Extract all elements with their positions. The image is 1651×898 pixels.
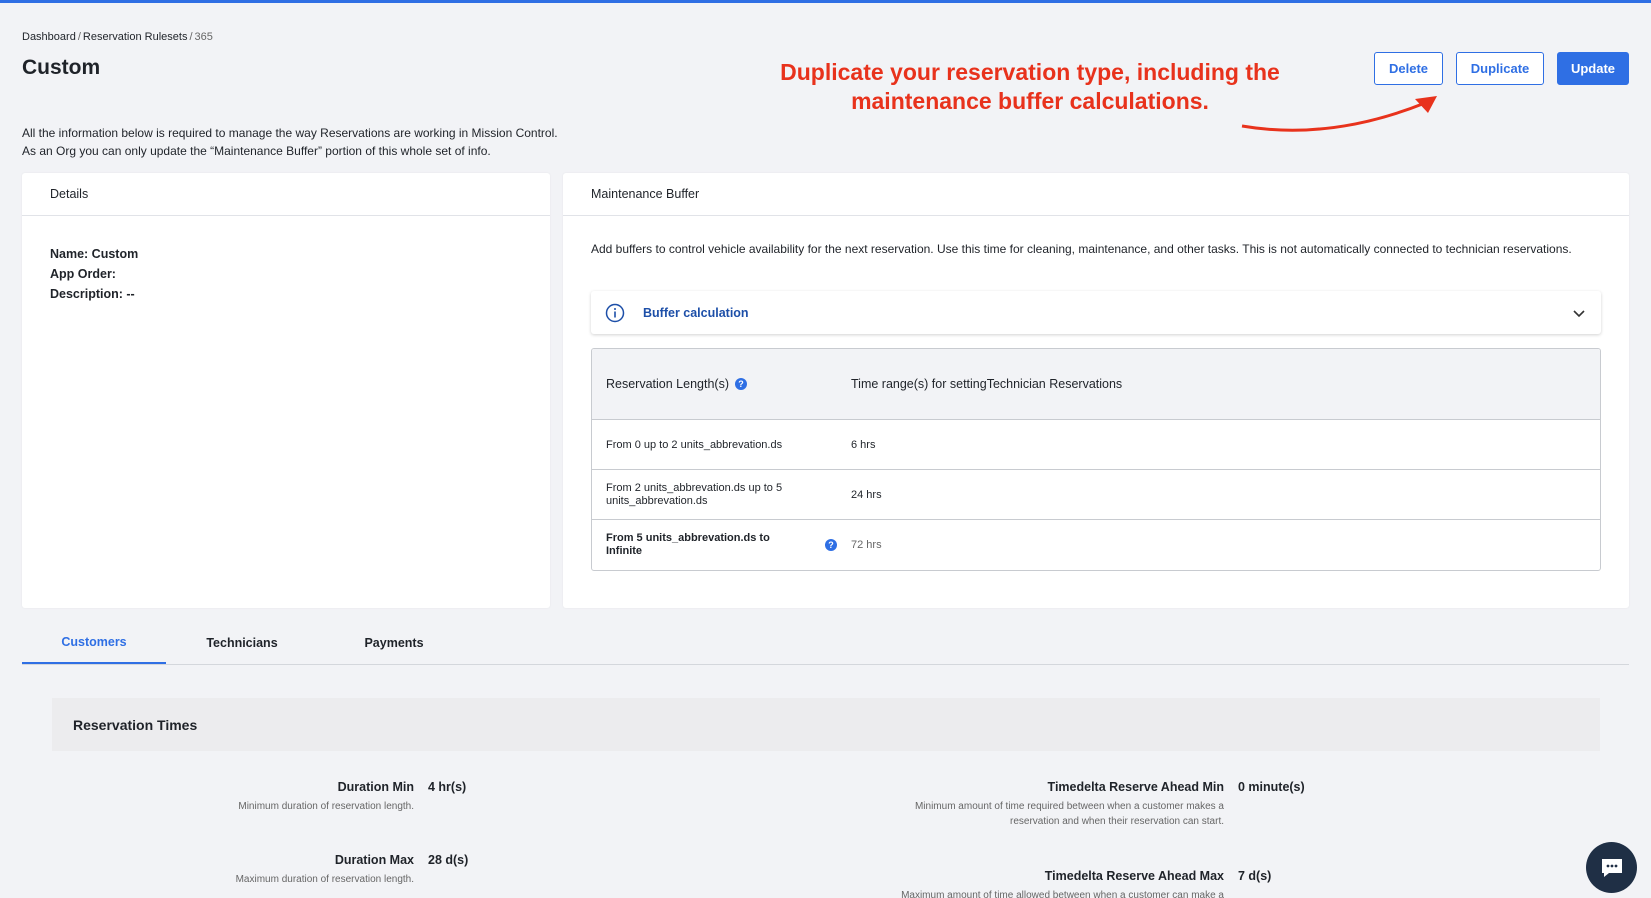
timedelta-max-desc: Maximum amount of time allowed between w… [901,890,1224,898]
intro-text: All the information below is required to… [22,124,558,160]
details-card: Details Name: Custom App Order: Descript… [22,173,550,608]
timedelta-min-label: Timedelta Reserve Ahead Min [1047,780,1224,794]
row-time: 72 hrs [851,539,882,551]
duration-min-desc: Minimum duration of reservation length. [238,801,414,812]
header-time-range: Time range(s) for settingTechnician Rese… [851,377,1123,391]
timedelta-max-label: Timedelta Reserve Ahead Max [1044,869,1224,883]
question-mark-icon[interactable]: ? [825,539,837,551]
breadcrumb-separator: / [189,31,193,43]
chat-icon [1601,858,1622,877]
info-circle-icon [605,303,625,322]
reservation-times-header: Reservation Times [52,698,1600,751]
timedelta-min-desc: Minimum amount of time required between … [915,799,1224,829]
timedelta-min-desc-line1: Minimum amount of time required between … [914,801,1224,812]
table-row: From 0 up to 2 units_abbrevation.ds 6 hr… [592,420,1600,470]
accordion-label: Buffer calculation [643,305,749,320]
duration-max-label: Duration Max [334,853,414,867]
annotation-arrow-icon [1241,96,1437,132]
duration-min-value: 4 hr(s) [428,780,467,794]
breadcrumb: Dashboard / Reservation Rulesets/365 [22,31,213,43]
buffer-description: Add buffers to control vehicle availabil… [591,242,1572,256]
duration-max-desc: Maximum duration of reservation length. [235,874,414,885]
breadcrumb-separator: / [77,31,81,43]
buffer-table: Reservation Length(s) ? Time range(s) fo… [591,348,1601,571]
detail-name: Name: Custom [50,247,139,261]
buffer-calculation-accordion[interactable]: Buffer calculation [591,291,1601,334]
tab-customers[interactable]: Customers [22,622,166,664]
timedelta-min-value: 0 minute(s) [1238,780,1305,794]
timedelta-max-field: Timedelta Reserve Ahead Max Maximum amou… [860,869,1224,898]
timedelta-max-value: 7 d(s) [1238,869,1272,883]
chat-button[interactable] [1586,842,1637,893]
duration-max-field: Duration Max Maximum duration of reserva… [150,853,414,893]
row-time: 24 hrs [851,488,882,501]
breadcrumb-rulesets[interactable]: Reservation Rulesets [83,31,188,43]
update-button[interactable]: Update [1557,52,1629,85]
row-range: From 5 units_abbrevation.ds to Infinite [606,532,770,557]
duplicate-button[interactable]: Duplicate [1456,52,1544,85]
buffer-table-header: Reservation Length(s) ? Time range(s) fo… [592,349,1600,420]
delete-button[interactable]: Delete [1374,52,1443,85]
detail-description: Description: -- [50,287,135,301]
timedelta-min-desc-line2: reservation and when their reservation c… [1010,816,1224,827]
tab-bar: Customers Technicians Payments [22,622,1629,665]
header-reservation-length: Reservation Length(s) [606,377,729,391]
row-range: From 0 up to 2 units_abbrevation.ds [606,438,783,451]
maintenance-buffer-card: Maintenance Buffer Add buffers to contro… [563,173,1629,608]
tab-technicians[interactable]: Technicians [166,622,318,664]
duration-min-field: Duration Min Minimum duration of reserva… [150,780,414,820]
breadcrumb-current: 365 [194,31,213,43]
page-title: Custom [22,56,101,79]
detail-app-order: App Order: [50,267,116,281]
details-list: Name: Custom App Order: Description: -- [22,216,550,332]
details-header: Details [22,173,550,216]
intro-line-1: All the information below is required to… [22,126,558,140]
table-row: From 2 units_abbrevation.ds up to 5 unit… [592,470,1600,520]
timedelta-min-field: Timedelta Reserve Ahead Min Minimum amou… [860,780,1224,835]
top-accent-bar [0,0,1651,3]
tab-payments[interactable]: Payments [318,622,470,664]
row-range: From 2 units_abbrevation.ds up to 5 unit… [606,481,783,507]
duration-max-value: 28 d(s) [428,853,469,867]
row-time: 6 hrs [851,438,876,451]
breadcrumb-dashboard[interactable]: Dashboard [22,31,76,43]
annotation-callout: Duplicate your reservation type, includi… [780,59,1280,114]
chevron-down-icon[interactable] [1571,305,1587,321]
buffer-header: Maintenance Buffer [563,173,1629,216]
duration-min-label: Duration Min [337,780,414,794]
question-mark-icon[interactable]: ? [734,378,747,390]
table-row: From 5 units_abbrevation.ds to Infinite … [592,520,1600,570]
intro-line-2: As an Org you can only update the “Maint… [22,144,491,158]
